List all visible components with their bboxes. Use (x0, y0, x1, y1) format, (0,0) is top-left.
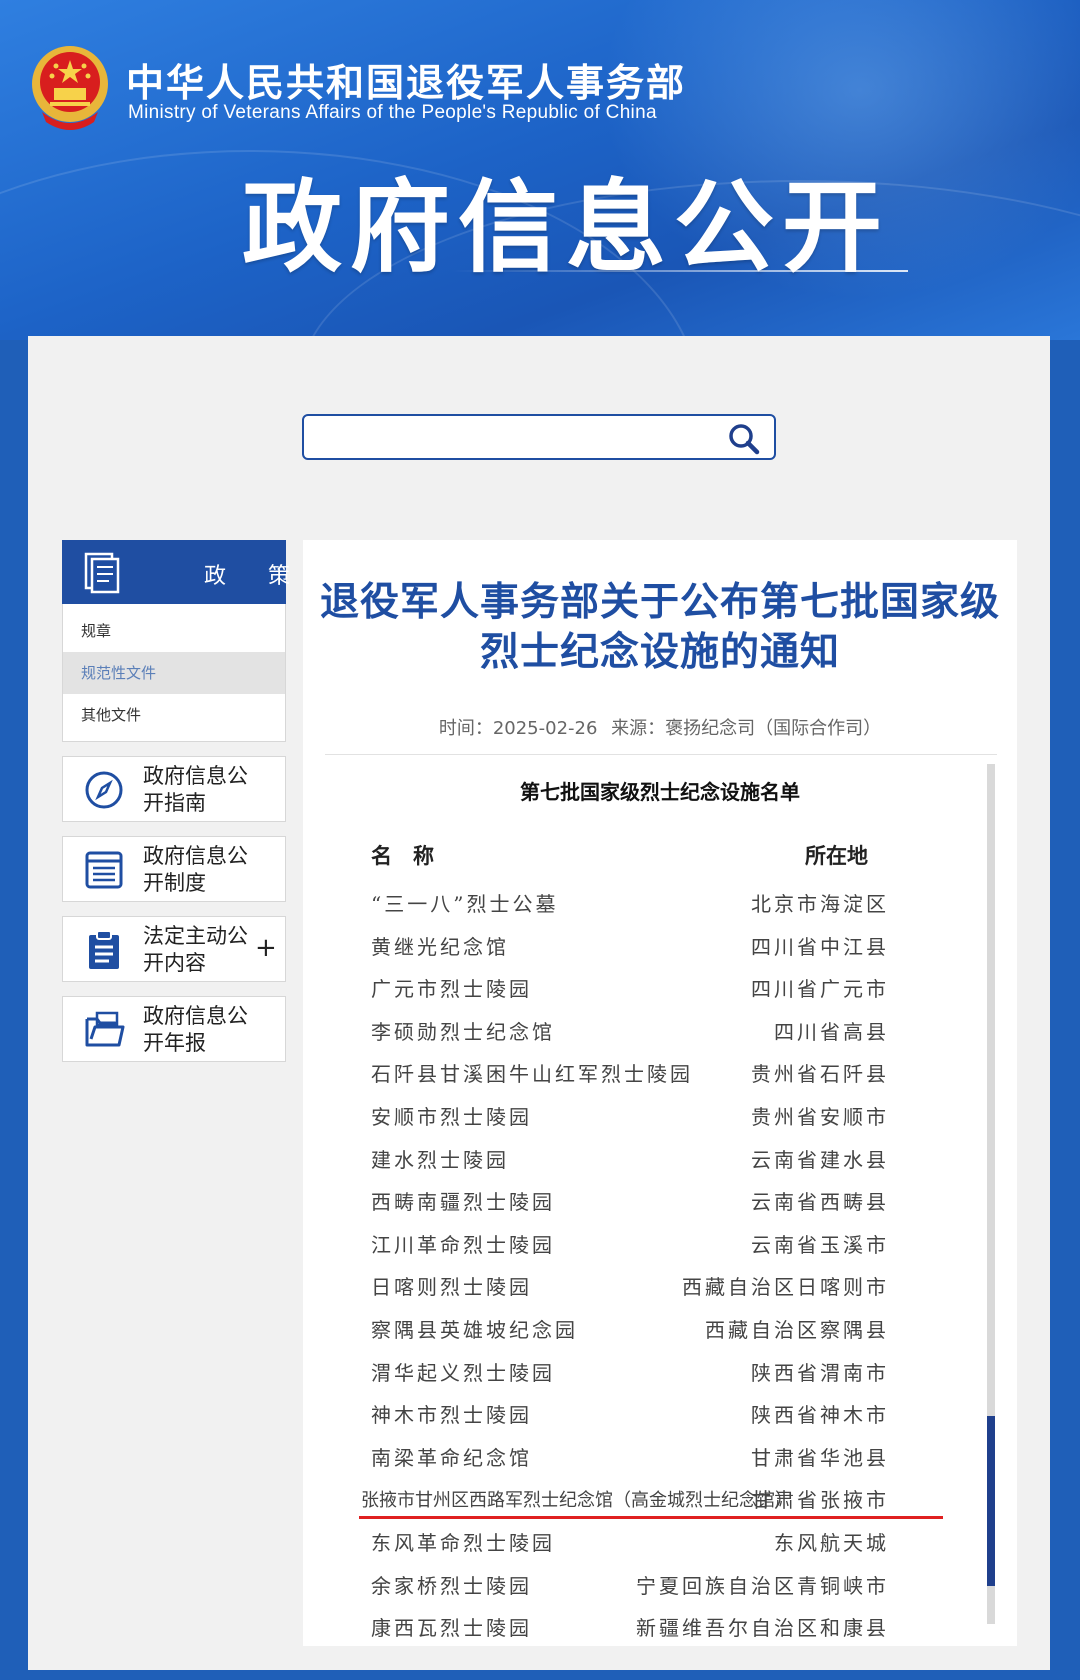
facility-name: 李硕勋烈士纪念馆 (371, 1019, 555, 1044)
search-box[interactable] (302, 414, 776, 460)
facility-location: 东风航天城 (774, 1530, 889, 1555)
sidebar-policy-list: 规章 规范性文件 其他文件 (62, 604, 286, 742)
sidebar-item-other-docs[interactable]: 其他文件 (63, 694, 285, 736)
article-time: 时间：2025-02-26 (438, 718, 598, 739)
search-input[interactable] (316, 422, 716, 452)
facility-location: 四川省广元市 (751, 977, 889, 1002)
sidebar-card-label: 法定主动公开内容 (143, 924, 248, 975)
facility-location: 新疆维吾尔自治区和康县 (636, 1616, 889, 1641)
facility-location: 甘肃省华池县 (751, 1445, 889, 1470)
facility-name: 神木市烈士陵园 (371, 1403, 532, 1428)
table-row: 广元市烈士陵园 四川省广元市 (303, 965, 1017, 1008)
facility-name: 余家桥烈士陵园 (371, 1573, 532, 1598)
facility-location: 云南省西畴县 (751, 1190, 889, 1215)
table-row: 李硕勋烈士纪念馆 四川省高县 (303, 1008, 1017, 1051)
clipboard-icon (89, 930, 119, 969)
table-row: 日喀则烈士陵园 西藏自治区日喀则市 (303, 1263, 1017, 1306)
facility-name: 广元市烈士陵园 (371, 977, 532, 1002)
table-row: 安顺市烈士陵园 贵州省安顺市 (303, 1093, 1017, 1136)
facility-location: 北京市海淀区 (751, 892, 889, 916)
sidebar-policy-label-2: 策 (268, 564, 291, 589)
list-title: 第七批国家级烈士纪念设施名单 (520, 780, 800, 804)
table-row: 张掖市甘州区西路军烈士纪念馆（高金城烈士纪念馆） 甘肃省张掖市 (303, 1476, 1017, 1519)
sidebar-policy-header[interactable]: 政 策 − (62, 540, 342, 604)
facility-name: 江川革命烈士陵园 (371, 1232, 555, 1257)
facility-location: 陕西省渭南市 (751, 1360, 889, 1385)
article-content: 退役军人事务部关于公布第七批国家级烈士纪念设施的通知 时间：2025-02-26… (303, 540, 1017, 1646)
sidebar-card-label: 政府信息公开年报 (143, 1004, 248, 1055)
ministry-name-en: Ministry of Veterans Affairs of the Peop… (128, 102, 657, 123)
column-header-location: 所在地 (805, 844, 868, 868)
article-source: 来源：褒扬纪念司（国际合作司） (611, 718, 882, 739)
divider (325, 754, 997, 755)
sidebar-card-label: 政府信息公开制度 (143, 844, 248, 895)
compass-icon (85, 771, 123, 809)
sidebar-policy-label-1: 政 (204, 564, 227, 589)
table-row: 西畴南疆烈士陵园 云南省西畴县 (303, 1178, 1017, 1221)
column-header-name: 名 称 (371, 844, 434, 868)
facility-location: 云南省建水县 (751, 1147, 889, 1172)
national-emblem-icon (32, 46, 108, 130)
facility-location: 四川省高县 (774, 1019, 889, 1044)
facility-location: 西藏自治区日喀则市 (682, 1275, 889, 1300)
table-row: 石阡县甘溪困牛山红军烈士陵园 贵州省石阡县 (303, 1050, 1017, 1093)
sidebar-item-rules[interactable]: 规章 (63, 610, 285, 652)
table-row: “三一八”烈士公墓 北京市海淀区 (303, 880, 1017, 923)
article-title: 退役军人事务部关于公布第七批国家级烈士纪念设施的通知 (319, 580, 1000, 675)
facility-location: 云南省玉溪市 (751, 1232, 889, 1257)
facility-name: 石阡县甘溪困牛山红军烈士陵园 (371, 1062, 693, 1087)
expand-toggle[interactable]: + (255, 933, 277, 963)
folder-icon (85, 1011, 125, 1047)
sidebar-card-statutory[interactable]: 法定主动公开内容 + (62, 916, 286, 982)
article-meta: 时间：2025-02-26 来源：褒扬纪念司（国际合作司） (303, 714, 1017, 740)
search-icon[interactable] (726, 422, 762, 456)
table-row: 建水烈士陵园 云南省建水县 (303, 1136, 1017, 1179)
facility-name: 渭华起义烈士陵园 (371, 1360, 555, 1385)
facility-name: 康西瓦烈士陵园 (371, 1616, 532, 1641)
footer-strip (0, 1670, 1080, 1680)
sidebar-item-normative-docs[interactable]: 规范性文件 (63, 652, 285, 694)
facility-location: 贵州省石阡县 (751, 1062, 889, 1087)
ministry-name-cn: 中华人民共和国退役军人事务部 (126, 60, 687, 105)
header-banner: 中华人民共和国退役军人事务部 Ministry of Veterans Affa… (0, 0, 1080, 340)
table-row: 东风革命烈士陵园 东风航天城 (303, 1519, 1017, 1562)
facility-location: 贵州省安顺市 (751, 1104, 889, 1129)
table-row: 黄继光纪念馆 四川省中江县 (303, 923, 1017, 966)
list-icon (85, 851, 123, 889)
sidebar-card-label: 政府信息公开指南 (143, 764, 248, 815)
table-row: 余家桥烈士陵园 宁夏回族自治区青铜峡市 (303, 1562, 1017, 1605)
facility-list: “三一八”烈士公墓 北京市海淀区黄继光纪念馆 四川省中江县广元市烈士陵园 四川省广元市… (303, 880, 1017, 1647)
sidebar-card-system[interactable]: 政府信息公开制度 (62, 836, 286, 902)
facility-name: 黄继光纪念馆 (371, 934, 509, 959)
facility-name: 安顺市烈士陵园 (371, 1104, 532, 1129)
facility-location: 陕西省神木市 (751, 1403, 889, 1428)
facility-name: 南梁革命纪念馆 (371, 1445, 532, 1470)
facility-name: 张掖市甘州区西路军烈士纪念馆（高金城烈士纪念馆） (361, 1490, 793, 1512)
scrollbar-thumb[interactable] (987, 1416, 995, 1586)
facility-name: 建水烈士陵园 (371, 1147, 509, 1172)
facility-name: 察隅县英雄坡纪念园 (371, 1317, 578, 1342)
table-row: 南梁革命纪念馆 甘肃省华池县 (303, 1434, 1017, 1477)
facility-name: 东风革命烈士陵园 (371, 1530, 555, 1555)
table-row: 江川革命烈士陵园 云南省玉溪市 (303, 1221, 1017, 1264)
facility-name: 西畴南疆烈士陵园 (371, 1190, 555, 1215)
facility-name: “三一八”烈士公墓 (371, 892, 559, 916)
banner-divider (452, 270, 908, 272)
facility-location: 甘肃省张掖市 (751, 1488, 889, 1513)
table-row: 渭华起义烈士陵园 陕西省渭南市 (303, 1349, 1017, 1392)
document-icon (84, 552, 120, 594)
facility-name: 日喀则烈士陵园 (371, 1275, 532, 1300)
facility-location: 四川省中江县 (751, 934, 889, 959)
facility-location: 西藏自治区察隅县 (705, 1317, 889, 1342)
table-row: 察隅县英雄坡纪念园 西藏自治区察隅县 (303, 1306, 1017, 1349)
sidebar-card-guide[interactable]: 政府信息公开指南 (62, 756, 286, 822)
table-row: 神木市烈士陵园 陕西省神木市 (303, 1391, 1017, 1434)
sidebar-card-annual-report[interactable]: 政府信息公开年报 (62, 996, 286, 1062)
table-row: 康西瓦烈士陵园 新疆维吾尔自治区和康县 (303, 1604, 1017, 1647)
facility-location: 宁夏回族自治区青铜峡市 (636, 1573, 889, 1598)
